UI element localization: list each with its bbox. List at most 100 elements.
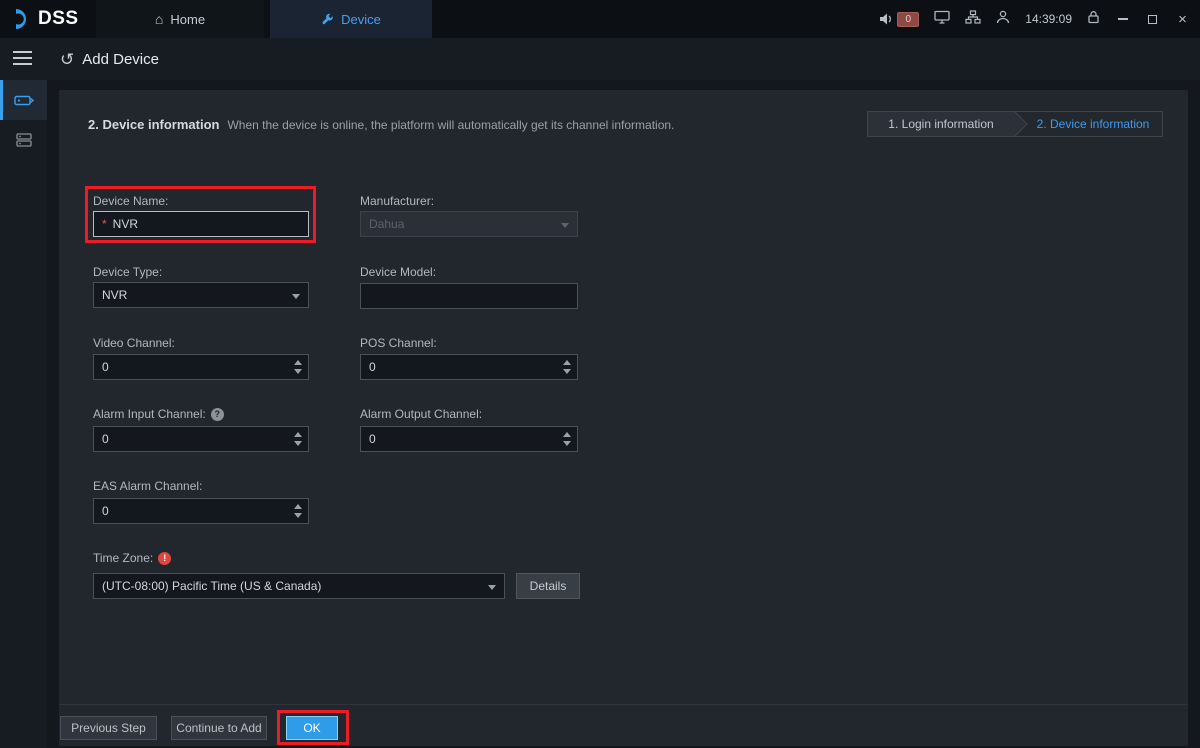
footer-divider	[59, 704, 1188, 705]
pos-channel-stepper[interactable]: 0	[360, 354, 578, 380]
manufacturer-value: Dahua	[369, 217, 404, 231]
server-icon	[15, 132, 33, 148]
device-model-input[interactable]	[360, 283, 578, 309]
step-login-label: 1. Login information	[888, 117, 993, 131]
help-icon[interactable]: ?	[211, 408, 224, 421]
alarm-input-channel-label: Alarm Input Channel: ?	[93, 407, 224, 421]
close-button[interactable]: ×	[1175, 12, 1190, 27]
network-icon[interactable]	[965, 10, 981, 29]
alarm-input-channel-stepper[interactable]: 0	[93, 426, 309, 452]
step-up-icon[interactable]	[563, 360, 571, 365]
video-channel-stepper[interactable]: 0	[93, 354, 309, 380]
titlebar: DSS ⌂ Home Device 0	[0, 0, 1200, 38]
ok-button[interactable]: OK	[286, 716, 338, 740]
device-type-select[interactable]: NVR	[93, 282, 309, 308]
continue-to-add-button[interactable]: Continue to Add	[171, 716, 267, 740]
pos-channel-label-text: POS Channel:	[360, 336, 437, 350]
previous-step-button[interactable]: Previous Step	[60, 716, 157, 740]
video-channel-label-text: Video Channel:	[93, 336, 175, 350]
required-marker: *	[102, 217, 107, 231]
lock-icon[interactable]	[1087, 10, 1100, 29]
step-login-information[interactable]: 1. Login information	[867, 111, 1014, 137]
step-up-icon[interactable]	[294, 504, 302, 509]
chevron-down-icon	[488, 585, 496, 590]
step-down-icon[interactable]	[294, 369, 302, 374]
eas-alarm-channel-value: 0	[102, 504, 109, 518]
app-window: DSS ⌂ Home Device 0	[0, 0, 1200, 748]
home-icon: ⌂	[155, 12, 163, 26]
step-device-label: 2. Device information	[1037, 117, 1150, 131]
tab-device[interactable]: Device	[270, 0, 432, 38]
status-tray: 0 1	[879, 0, 1190, 38]
alarm-output-channel-label-text: Alarm Output Channel:	[360, 407, 482, 421]
sidebar-item-storage[interactable]	[0, 120, 47, 160]
time-zone-value: (UTC-08:00) Pacific Time (US & Canada)	[102, 579, 321, 593]
time-zone-select[interactable]: (UTC-08:00) Pacific Time (US & Canada)	[93, 573, 505, 599]
user-icon[interactable]	[996, 10, 1010, 29]
breadcrumb: ↺ Add Device	[60, 38, 159, 80]
add-device-panel: 2. Device information When the device is…	[59, 90, 1188, 746]
details-button[interactable]: Details	[516, 573, 580, 599]
device-name-label: Device Name:	[93, 194, 168, 208]
back-icon[interactable]: ↺	[60, 51, 74, 68]
video-channel-label: Video Channel:	[93, 336, 175, 350]
stepper-arrows[interactable]	[563, 360, 571, 374]
alarm-output-channel-value: 0	[369, 432, 376, 446]
volume-indicator[interactable]: 0	[879, 12, 919, 27]
eas-alarm-channel-label: EAS Alarm Channel:	[93, 479, 202, 493]
wrench-icon	[321, 13, 334, 26]
sidebar	[0, 80, 47, 748]
stepper-arrows[interactable]	[294, 360, 302, 374]
page-header: ↺ Add Device	[0, 38, 1200, 80]
logo-text: DSS	[38, 8, 79, 30]
step-down-icon[interactable]	[563, 441, 571, 446]
eas-alarm-channel-stepper[interactable]: 0	[93, 498, 309, 524]
stepper-arrows[interactable]	[294, 504, 302, 518]
pos-channel-value: 0	[369, 360, 376, 374]
clock-text: 14:39:09	[1025, 12, 1072, 26]
alarm-output-channel-stepper[interactable]: 0	[360, 426, 578, 452]
app-logo: DSS	[12, 0, 79, 38]
manufacturer-label: Manufacturer:	[360, 194, 434, 208]
manufacturer-label-text: Manufacturer:	[360, 194, 434, 208]
device-type-label-text: Device Type:	[93, 265, 162, 279]
step-up-icon[interactable]	[294, 360, 302, 365]
active-indicator	[0, 80, 3, 120]
step-indicator: 1. Login information 2. Device informati…	[867, 111, 1163, 137]
time-zone-label-text: Time Zone:	[93, 551, 153, 565]
step-down-icon[interactable]	[294, 513, 302, 518]
tab-device-label: Device	[341, 12, 381, 27]
device-module-icon	[14, 92, 34, 108]
alarm-output-channel-label: Alarm Output Channel:	[360, 407, 482, 421]
dss-logo-icon	[12, 8, 34, 30]
device-type-label: Device Type:	[93, 265, 162, 279]
device-name-input[interactable]: * NVR	[93, 211, 309, 237]
pos-channel-label: POS Channel:	[360, 336, 437, 350]
sidebar-item-device[interactable]	[0, 80, 47, 120]
menu-icon[interactable]	[13, 51, 32, 65]
minimize-button[interactable]	[1115, 12, 1130, 27]
speaker-icon	[879, 12, 894, 26]
stepper-arrows[interactable]	[563, 432, 571, 446]
screen-icon[interactable]	[934, 10, 950, 29]
step-up-icon[interactable]	[294, 432, 302, 437]
step-down-icon[interactable]	[294, 441, 302, 446]
time-zone-label: Time Zone: !	[93, 551, 171, 565]
eas-alarm-channel-label-text: EAS Alarm Channel:	[93, 479, 202, 493]
tab-home[interactable]: ⌂ Home	[96, 0, 264, 38]
chevron-down-icon	[292, 294, 300, 299]
device-name-value: NVR	[113, 217, 138, 231]
step-up-icon[interactable]	[563, 432, 571, 437]
step-device-information[interactable]: 2. Device information	[1014, 111, 1163, 137]
section-subtitle: When the device is online, the platform …	[227, 118, 674, 132]
maximize-button[interactable]	[1145, 12, 1160, 27]
manufacturer-select: Dahua	[360, 211, 578, 237]
chevron-down-icon	[561, 223, 569, 228]
tab-home-label: Home	[170, 12, 205, 27]
device-model-label: Device Model:	[360, 265, 436, 279]
step-down-icon[interactable]	[563, 369, 571, 374]
section-header: 2. Device information When the device is…	[88, 117, 674, 132]
stepper-arrows[interactable]	[294, 432, 302, 446]
section-title: 2. Device information	[88, 117, 219, 132]
video-channel-value: 0	[102, 360, 109, 374]
